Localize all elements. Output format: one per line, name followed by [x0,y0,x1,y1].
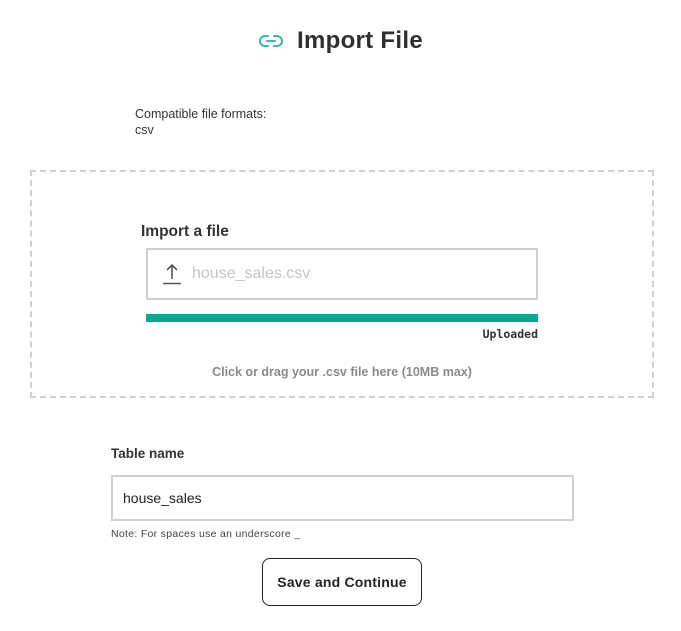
selected-file-name: house_sales.csv [192,265,311,282]
file-picker[interactable]: house_sales.csv [146,248,538,300]
upload-status: Uploaded [482,327,538,341]
drop-hint: Click or drag your .csv file here (10MB … [212,365,472,379]
formats-label: Compatible file formats: [135,107,267,121]
table-name-note: Note: For spaces use an underscore _ [111,528,301,540]
save-and-continue-button[interactable]: Save and Continue [262,558,422,606]
upload-progress-fill [146,314,538,322]
page-header: Import File [0,24,681,58]
formats-value: csv [135,123,154,137]
table-name-label: Table name [111,446,185,461]
file-dropzone[interactable]: Import a file house_sales.csv Uploaded C… [30,170,654,398]
import-file-label: Import a file [141,223,229,240]
link-icon [259,35,283,47]
upload-icon [163,263,181,285]
upload-progress-bar [146,314,538,322]
table-name-input[interactable] [111,475,574,521]
page-title: Import File [297,27,423,54]
compatible-formats: Compatible file formats: csv [135,106,266,138]
